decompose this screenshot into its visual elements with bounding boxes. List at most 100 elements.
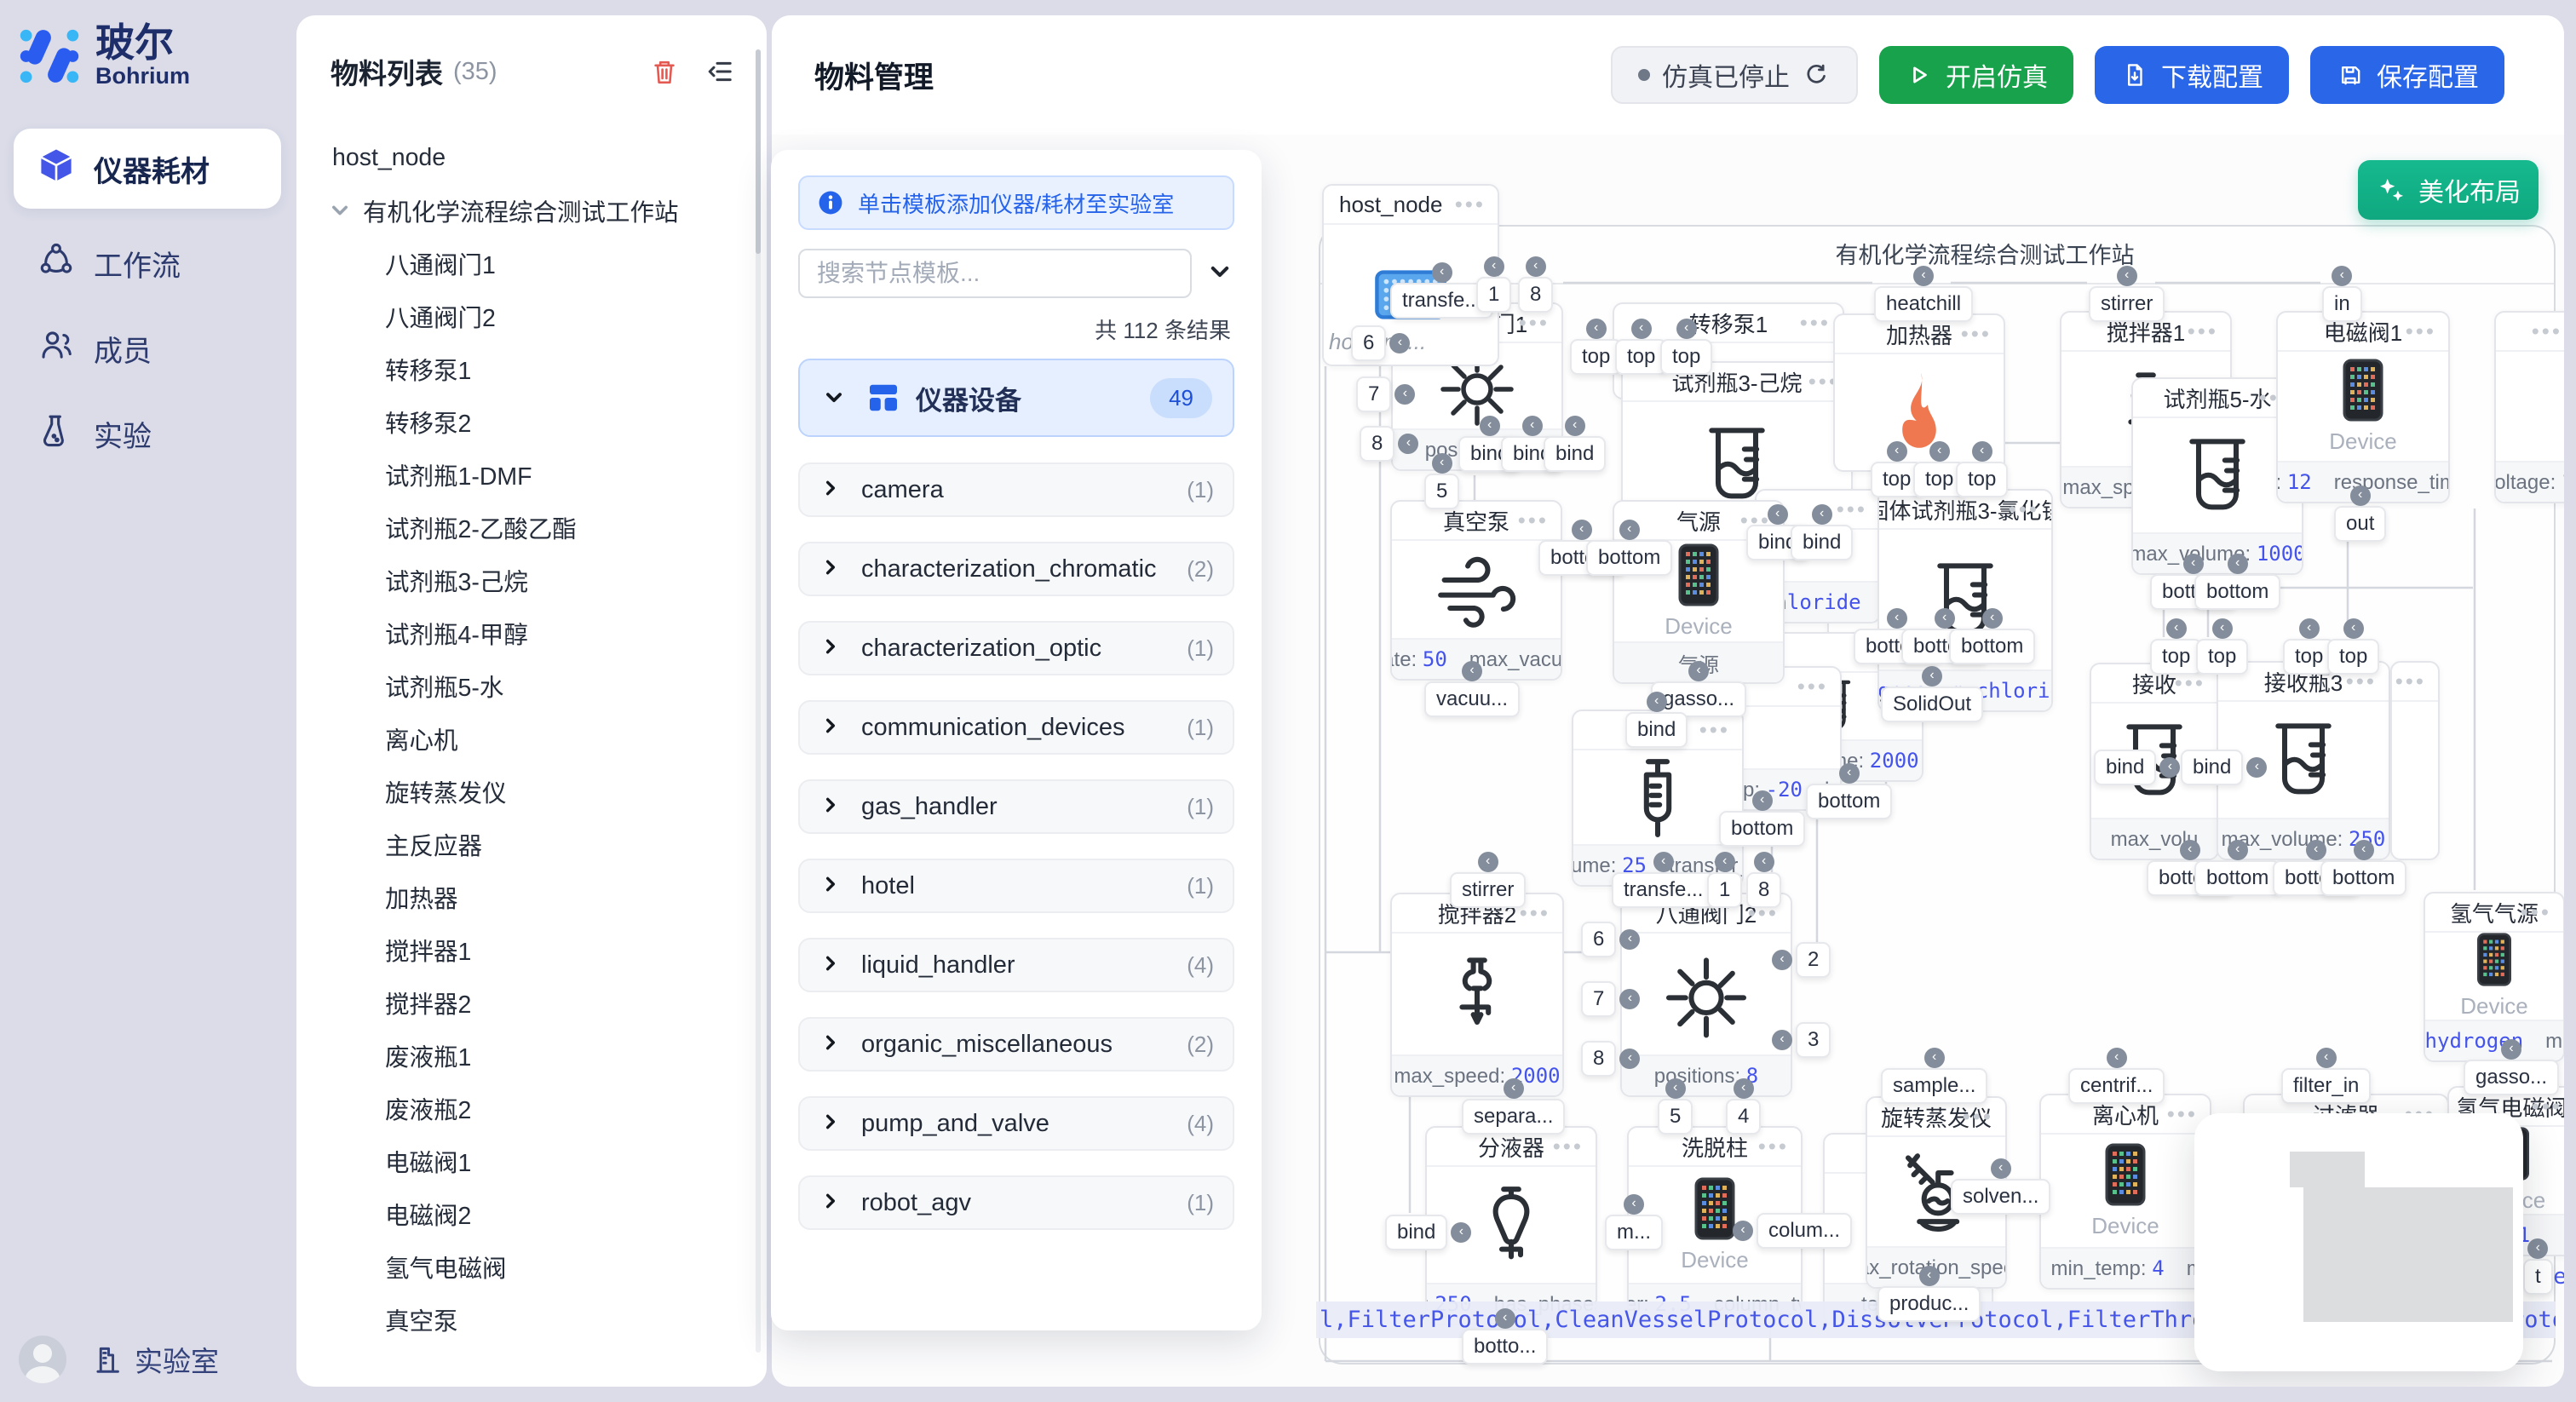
port-handle-icon[interactable]: ‹ bbox=[1619, 520, 1640, 540]
node-menu-icon[interactable]: ••• bbox=[1518, 508, 1549, 534]
port-handle-icon[interactable]: ‹ bbox=[1972, 441, 1992, 462]
port-handle-icon[interactable]: ‹ bbox=[2228, 840, 2248, 860]
tree-item[interactable]: 八通阀门2 bbox=[296, 290, 767, 342]
port-chip-2[interactable]: 2‹ bbox=[1796, 942, 1831, 978]
port-handle-icon[interactable]: ‹ bbox=[1631, 319, 1652, 339]
port-handle-icon[interactable]: ‹ bbox=[1887, 441, 1907, 462]
port-chip-bind[interactable]: bind‹ bbox=[1791, 525, 1853, 560]
port-handle-icon[interactable]: ‹ bbox=[1982, 608, 2003, 629]
node-menu-icon[interactable]: ••• bbox=[2532, 319, 2562, 345]
port-chip-solven[interactable]: solven...‹ bbox=[1951, 1179, 2050, 1215]
port-handle-icon[interactable]: ‹ bbox=[1772, 950, 1792, 970]
port-chip-SolidOut[interactable]: SolidOut‹ bbox=[1881, 687, 1983, 722]
sidebar-item-1[interactable]: 工作流 bbox=[0, 221, 295, 306]
port-handle-icon[interactable]: ‹ bbox=[1451, 1222, 1471, 1243]
port-handle-icon[interactable]: ‹ bbox=[1398, 434, 1418, 454]
category-item-characterization_optic[interactable]: characterization_optic(1) bbox=[798, 621, 1234, 675]
node-menu-icon[interactable]: ••• bbox=[2406, 319, 2436, 345]
node-menu-icon[interactable]: ••• bbox=[2167, 1101, 2198, 1128]
port-handle-icon[interactable]: ‹ bbox=[2183, 554, 2204, 574]
graph-node-unnamed[interactable]: ••• bbox=[2390, 661, 2440, 860]
port-chip-m[interactable]: m...‹ bbox=[1605, 1215, 1663, 1250]
port-chip-4[interactable]: 4‹ bbox=[1726, 1099, 1761, 1135]
port-handle-icon[interactable]: ‹ bbox=[1586, 319, 1607, 339]
node-menu-icon[interactable]: ••• bbox=[2188, 319, 2218, 345]
port-chip-8[interactable]: 8‹ bbox=[1746, 872, 1781, 908]
tree-item[interactable]: 真空泵 bbox=[296, 1293, 767, 1346]
port-handle-icon[interactable]: ‹ bbox=[1480, 416, 1500, 436]
node-menu-icon[interactable]: ••• bbox=[1963, 1104, 1993, 1130]
node-menu-icon[interactable]: ••• bbox=[2521, 899, 2551, 926]
port-chip-centrif[interactable]: centrif...‹ bbox=[2068, 1068, 2165, 1104]
port-handle-icon[interactable]: ‹ bbox=[1733, 1221, 1753, 1241]
graph-node-电磁阀1[interactable]: 电磁阀1•••Devicevoltage: 12response_time: 0… bbox=[2276, 311, 2450, 503]
port-chip-top[interactable]: top‹ bbox=[1660, 339, 1712, 375]
port-chip-1[interactable]: 1‹ bbox=[1476, 277, 1511, 313]
port-handle-icon[interactable]: ‹ bbox=[2316, 1048, 2337, 1068]
port-chip-sample[interactable]: sample...‹ bbox=[1881, 1068, 1987, 1104]
port-chip-t[interactable]: t‹ bbox=[2523, 1259, 2553, 1295]
tree-item[interactable]: 试剂瓶4-甲醇 bbox=[296, 606, 767, 659]
graph-node-八通阀门2[interactable]: 八通阀门2•••positions: 8 bbox=[1620, 893, 1792, 1097]
tree-item[interactable]: 电磁阀1 bbox=[296, 1135, 767, 1187]
node-menu-icon[interactable]: ••• bbox=[2532, 1094, 2562, 1120]
port-chip-botto[interactable]: botto...‹ bbox=[1462, 1329, 1548, 1365]
port-handle-icon[interactable]: ‹ bbox=[1522, 416, 1543, 436]
port-handle-icon[interactable]: ‹ bbox=[1676, 319, 1697, 339]
tree-item[interactable]: 加热器 bbox=[296, 871, 767, 923]
panel-collapse-icon[interactable] bbox=[1205, 257, 1234, 290]
graph-node-搅拌器2[interactable]: 搅拌器2•••max_speed: 2000 bbox=[1390, 893, 1564, 1097]
category-item-characterization_chromatic[interactable]: characterization_chromatic(2) bbox=[798, 542, 1234, 596]
scrollbar[interactable] bbox=[756, 49, 761, 1353]
graph-node-氢气气源[interactable]: 氢气气源•••Device_type: hydrogenmax_pre bbox=[2424, 892, 2564, 1062]
port-handle-icon[interactable]: ‹ bbox=[2212, 618, 2233, 639]
category-item-gas_handler[interactable]: gas_handler(1) bbox=[798, 779, 1234, 834]
port-chip-out[interactable]: out‹ bbox=[2334, 506, 2386, 542]
port-chip-6[interactable]: 6‹ bbox=[1351, 325, 1386, 361]
port-chip-heatchill[interactable]: heatchill‹ bbox=[1874, 286, 1973, 322]
simulation-status-badge[interactable]: 仿真已停止 bbox=[1611, 46, 1858, 104]
port-chip-5[interactable]: 5‹ bbox=[1424, 474, 1459, 509]
refresh-icon[interactable] bbox=[1802, 60, 1831, 89]
port-chip-3[interactable]: 3‹ bbox=[1796, 1022, 1831, 1058]
tree-item[interactable]: 搅拌器1 bbox=[296, 923, 767, 976]
port-chip-bottom[interactable]: bottom‹ bbox=[1949, 629, 2035, 664]
tree-item[interactable]: 试剂瓶2-乙酸乙酯 bbox=[296, 501, 767, 554]
sidebar-item-lab[interactable]: 实验室 bbox=[89, 1339, 219, 1380]
port-chip-7[interactable]: 7‹ bbox=[1581, 981, 1616, 1017]
port-handle-icon[interactable]: ‹ bbox=[1935, 608, 1955, 629]
node-menu-icon[interactable]: ••• bbox=[1455, 192, 1486, 218]
port-handle-icon[interactable]: ‹ bbox=[2228, 554, 2248, 574]
port-chip-7[interactable]: 7‹ bbox=[1356, 376, 1391, 412]
graph-node-分液器[interactable]: 分液器•••volume: 250has_phases: true bbox=[1425, 1126, 1597, 1325]
user-avatar[interactable] bbox=[19, 1336, 66, 1383]
tree-item[interactable]: 主反应器 bbox=[296, 818, 767, 871]
port-handle-icon[interactable]: ‹ bbox=[1495, 1308, 1515, 1329]
port-handle-icon[interactable]: ‹ bbox=[1572, 520, 1592, 540]
node-menu-icon[interactable]: ••• bbox=[1553, 1134, 1584, 1160]
port-chip-bind[interactable]: bind‹ bbox=[2181, 750, 2243, 785]
port-handle-icon[interactable]: ‹ bbox=[2332, 266, 2352, 286]
port-handle-icon[interactable]: ‹ bbox=[1772, 1030, 1792, 1050]
port-chip-stirrer[interactable]: stirrer‹ bbox=[2089, 286, 2165, 322]
category-item-hotel[interactable]: hotel(1) bbox=[798, 859, 1234, 913]
port-handle-icon[interactable]: ‹ bbox=[1432, 262, 1452, 283]
port-handle-icon[interactable]: ‹ bbox=[1619, 989, 1640, 1009]
port-chip-bottom[interactable]: bottom‹ bbox=[2194, 860, 2280, 896]
node-menu-icon[interactable]: ••• bbox=[2395, 669, 2426, 695]
start-simulation-button[interactable]: 开启仿真 bbox=[1879, 46, 2073, 104]
port-chip-vacuu[interactable]: vacuu...‹ bbox=[1424, 681, 1520, 717]
port-chip-gasso[interactable]: gasso...‹ bbox=[2464, 1060, 2559, 1095]
category-group-equipment[interactable]: 仪器设备 49 bbox=[798, 359, 1234, 437]
port-handle-icon[interactable]: ‹ bbox=[2246, 757, 2267, 778]
category-item-pump_and_valve[interactable]: pump_and_valve(4) bbox=[798, 1096, 1234, 1151]
category-item-camera[interactable]: camera(1) bbox=[798, 463, 1234, 517]
port-handle-icon[interactable]: ‹ bbox=[1688, 661, 1709, 681]
port-handle-icon[interactable]: ‹ bbox=[1715, 852, 1735, 872]
port-handle-icon[interactable]: ‹ bbox=[1922, 666, 1942, 687]
node-menu-icon[interactable]: ••• bbox=[1758, 1134, 1789, 1160]
tree-item[interactable]: 试剂瓶5-水 bbox=[296, 659, 767, 712]
port-chip-top[interactable]: top‹ bbox=[2196, 639, 2248, 675]
port-handle-icon[interactable]: ‹ bbox=[1484, 256, 1504, 277]
port-handle-icon[interactable]: ‹ bbox=[1913, 266, 1934, 286]
